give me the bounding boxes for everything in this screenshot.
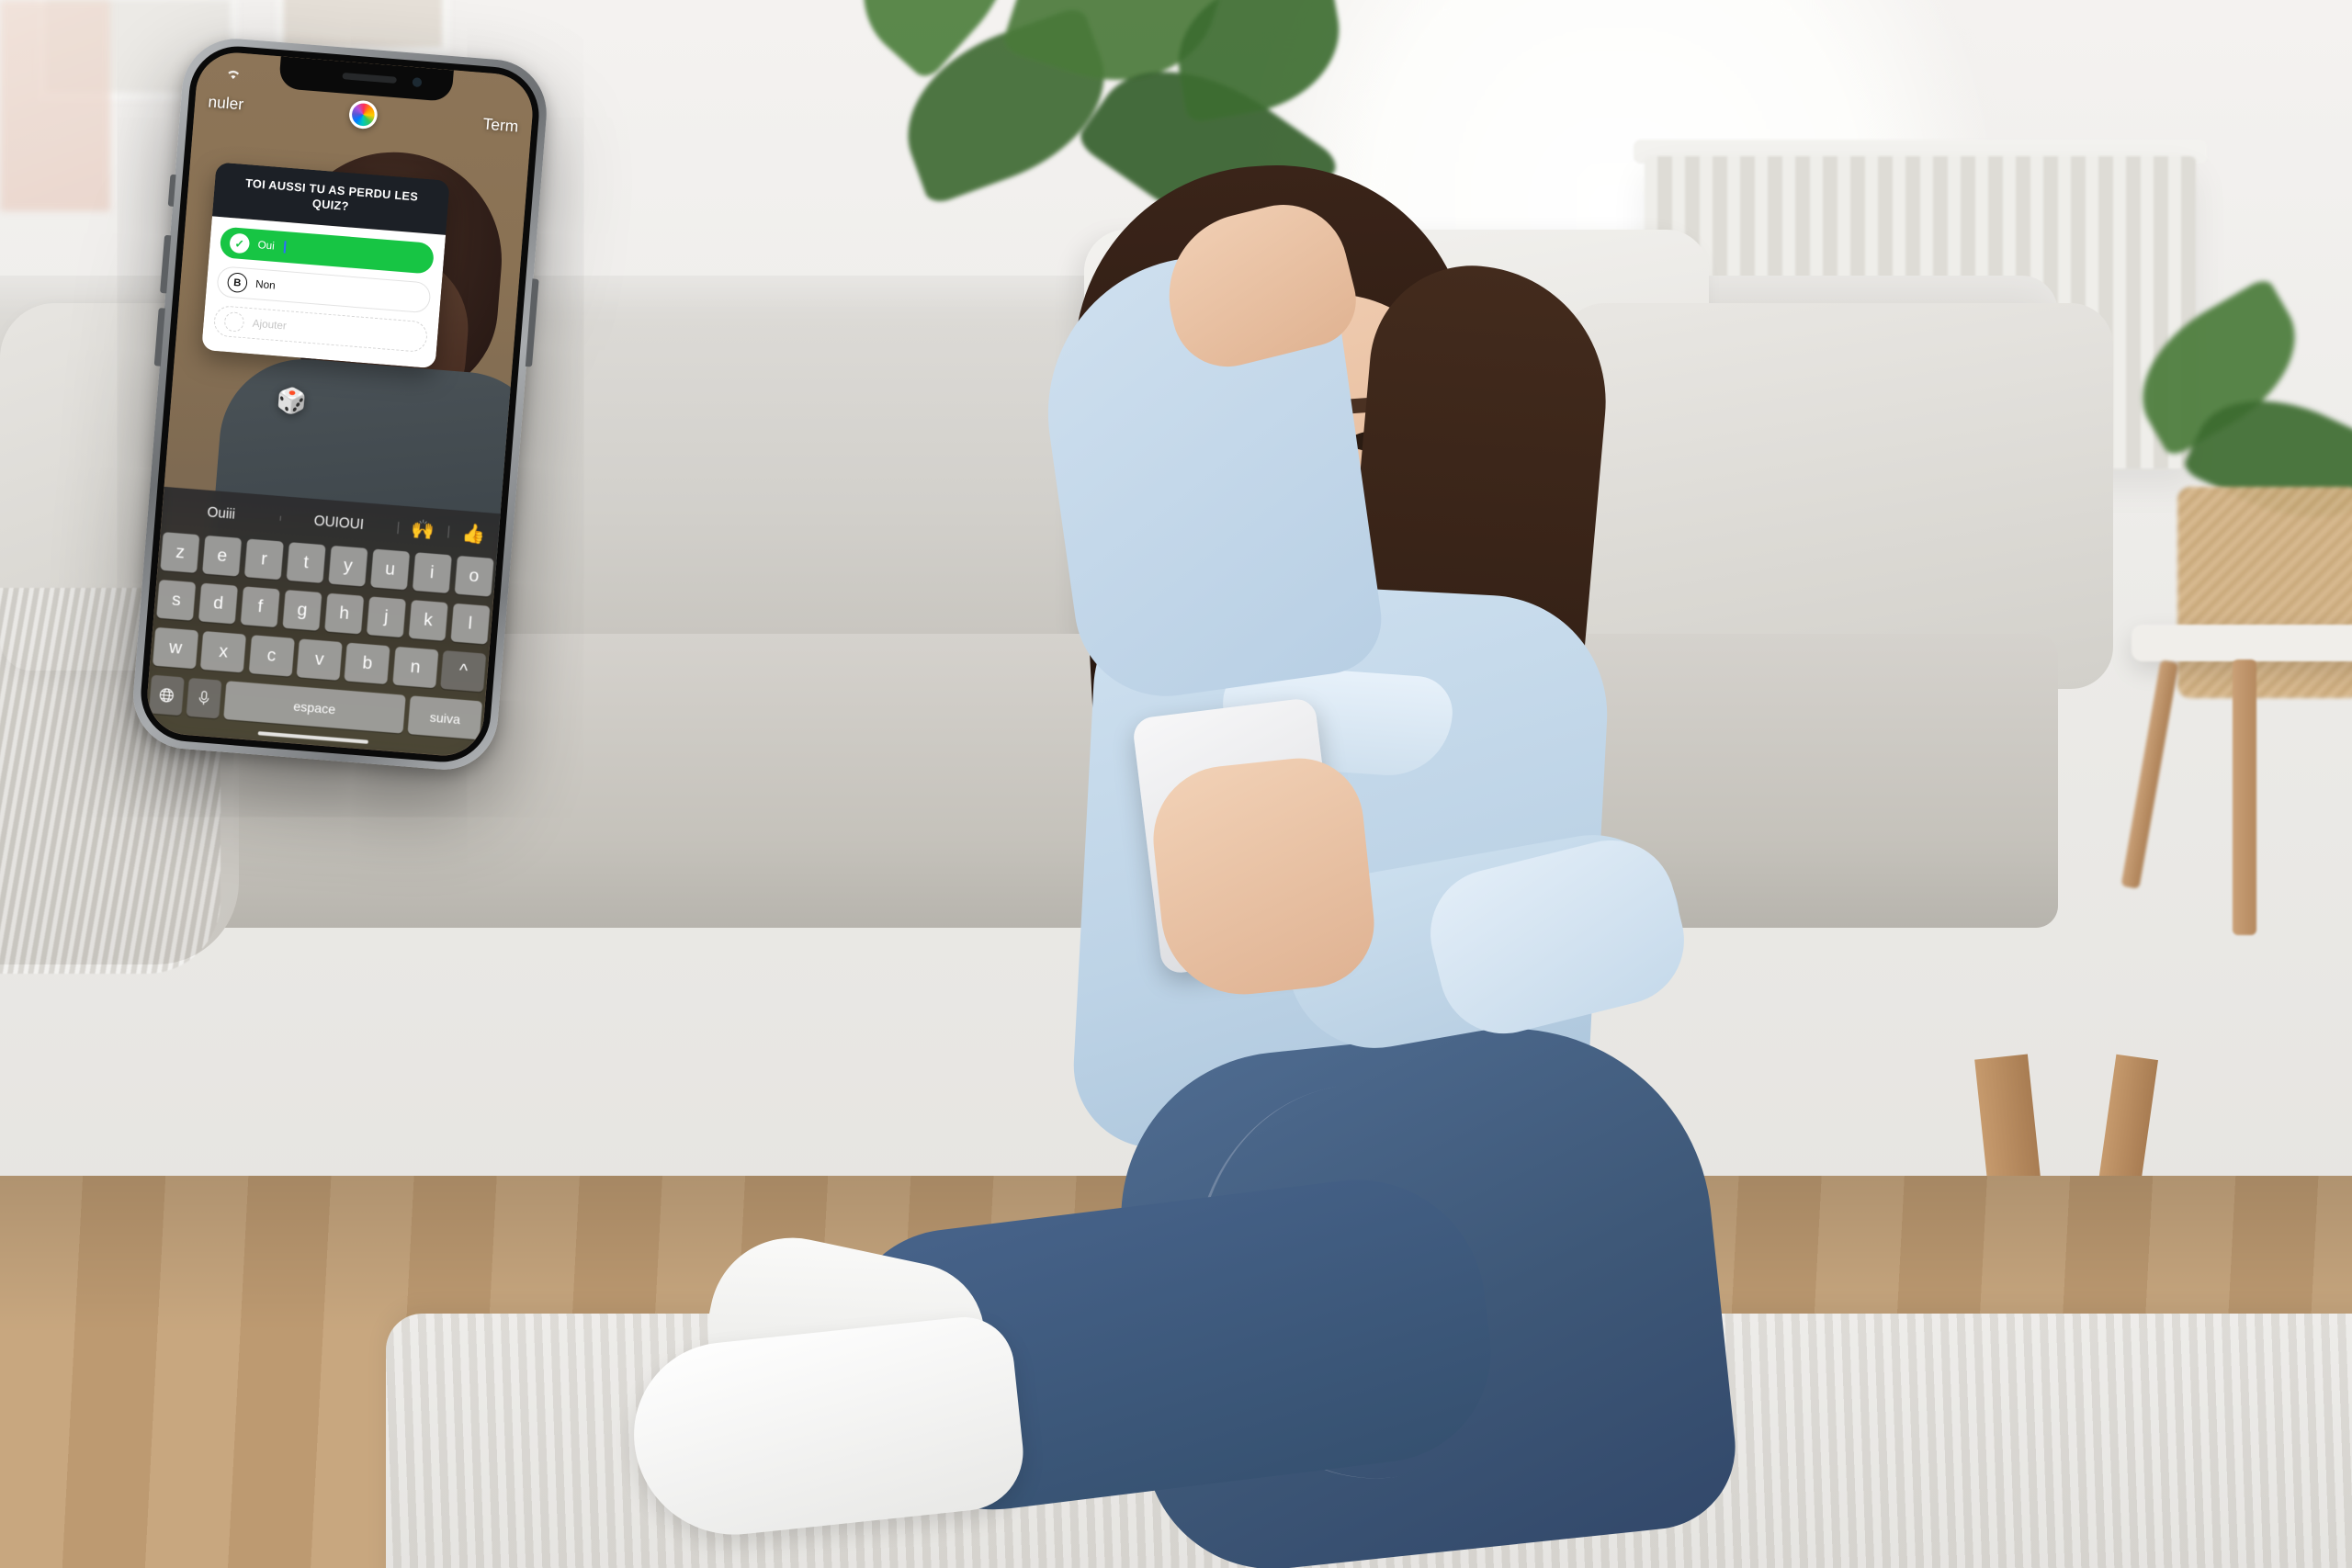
key-y[interactable]: y — [328, 545, 368, 587]
earpiece-speaker — [342, 73, 398, 84]
front-camera — [412, 77, 423, 88]
key-k[interactable]: k — [408, 599, 448, 641]
side-table — [2132, 625, 2352, 661]
quiz-option-add[interactable]: Ajouter — [212, 305, 429, 354]
prediction-0[interactable]: Ouiii — [162, 501, 280, 526]
quiz-option-b[interactable]: B Non — [216, 265, 432, 314]
emoji-prediction-1[interactable]: 👍 — [447, 520, 500, 547]
empty-badge-icon — [223, 311, 245, 333]
phone-mockup: nuler Term TOI AUSSI TU AS PERDU LES QUI… — [129, 34, 551, 774]
dice-sticker[interactable]: 🎲 — [276, 385, 308, 416]
space-key[interactable]: espace — [223, 681, 406, 734]
key-j[interactable]: j — [366, 596, 407, 638]
checkmark-icon: ✓ — [229, 232, 251, 254]
key-u[interactable]: u — [369, 548, 411, 591]
key-l[interactable]: l — [449, 603, 491, 645]
quiz-option-label-0: Oui — [257, 239, 276, 253]
key-e[interactable]: e — [202, 535, 243, 577]
key-i[interactable]: i — [412, 552, 452, 594]
key-d[interactable]: d — [198, 582, 239, 625]
key-n[interactable]: n — [392, 646, 439, 689]
scene-root: nuler Term TOI AUSSI TU AS PERDU LES QUI… — [0, 0, 2352, 1568]
wicker-basket — [2177, 487, 2352, 698]
emoji-prediction-0[interactable]: 🙌 — [397, 515, 449, 543]
key-o[interactable]: o — [454, 555, 494, 597]
cancel-button[interactable]: nuler — [208, 93, 244, 114]
quiz-options-list: ✓ Oui B Non Ajouter — [201, 216, 447, 369]
key-v[interactable]: v — [296, 638, 343, 681]
wall-art-3 — [0, 0, 110, 211]
quiz-sticker[interactable]: TOI AUSSI TU AS PERDU LES QUIZ? ✓ Oui B … — [201, 162, 450, 369]
quiz-option-label-1: Non — [254, 278, 277, 292]
hand-holding-phone — [1146, 751, 1381, 1003]
microphone-icon[interactable] — [186, 677, 221, 719]
phone-screen: nuler Term TOI AUSSI TU AS PERDU LES QUI… — [144, 50, 536, 759]
quiz-option-label-2: Ajouter — [252, 318, 288, 333]
globe-icon[interactable] — [148, 674, 185, 716]
side-table-leg — [2233, 660, 2256, 935]
text-caret — [283, 241, 287, 254]
onscreen-keyboard: Ouiii OUIOUI 🙌 👍 z e r t y u i o s d f g… — [144, 486, 501, 759]
keyboard-rows: z e r t y u i o s d f g h j k l w x c v … — [144, 528, 497, 757]
wifi-icon — [225, 67, 243, 84]
key-b[interactable]: b — [344, 642, 390, 684]
key-r[interactable]: r — [243, 538, 285, 581]
key-f[interactable]: f — [240, 586, 280, 628]
key-t[interactable]: t — [286, 542, 326, 583]
key-w[interactable]: w — [152, 626, 198, 670]
letter-badge-icon: B — [226, 272, 248, 294]
prediction-1[interactable]: OUIOUI — [279, 510, 398, 536]
quiz-option-selected[interactable]: ✓ Oui — [219, 226, 435, 275]
key-z[interactable]: z — [160, 532, 200, 573]
woman-figure — [625, 155, 2021, 1568]
key-c[interactable]: c — [248, 635, 295, 677]
key-x[interactable]: x — [200, 630, 247, 673]
key-h[interactable]: h — [323, 592, 365, 635]
next-key[interactable]: suiva — [407, 695, 483, 740]
key-s[interactable]: s — [156, 579, 197, 621]
done-button[interactable]: Term — [482, 115, 519, 136]
key-g[interactable]: g — [282, 589, 322, 631]
shift-key[interactable]: ^ — [440, 649, 487, 693]
